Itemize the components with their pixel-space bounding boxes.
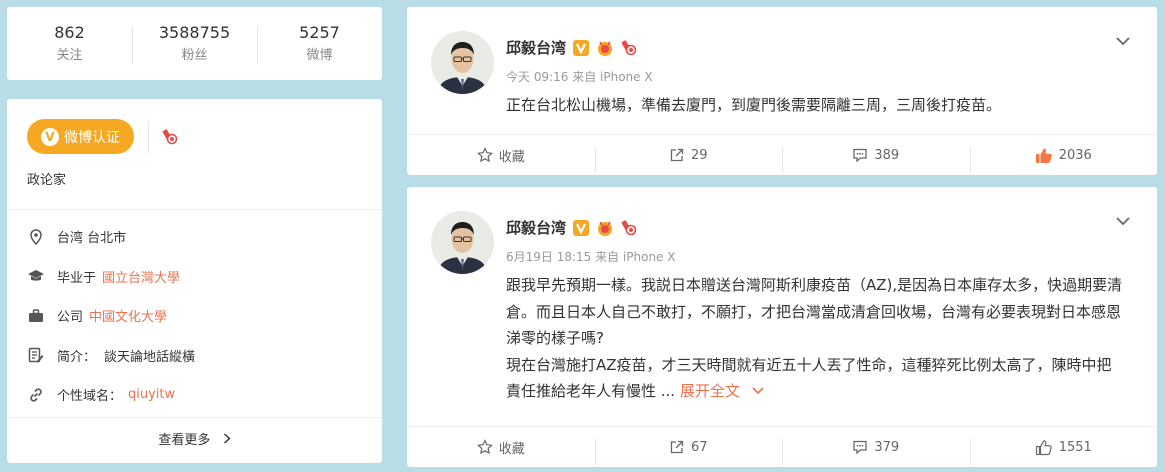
view-more-link[interactable]: 查看更多 [7, 429, 382, 448]
chevron-down-icon[interactable] [1113, 211, 1133, 231]
bio-label: 简介： [57, 349, 97, 365]
stat-posts[interactable]: 5257 微博 [257, 22, 382, 66]
fan-badge-icon[interactable] [596, 219, 614, 237]
comment-count: 389 [874, 147, 900, 163]
stats-card: 862 关注 3588755 粉丝 5257 微博 [7, 7, 382, 80]
domain-link[interactable]: qiuyitw [128, 387, 175, 402]
post-header: 邱毅台湾 [506, 37, 638, 58]
comment-button[interactable]: 379 [782, 439, 970, 465]
education-link[interactable]: 國立台灣大學 [102, 267, 180, 286]
more-divider [7, 417, 382, 418]
expand-full-text-link[interactable]: 展开全文 [680, 382, 765, 400]
feed-post: 邱毅台湾 6月19日 18:15 来自 iPhone X 跟我早先預期一樣。我説… [407, 187, 1157, 467]
post-meta[interactable]: 6月19日 18:15 来自 iPhone X [506, 248, 675, 265]
comment-count: 379 [874, 439, 900, 455]
stat-posts-label: 微博 [306, 47, 333, 63]
comment-button[interactable]: 389 [782, 147, 970, 173]
expand-label: 展开全文 [679, 382, 740, 400]
post-header: 邱毅台湾 [506, 217, 638, 238]
post-text: 跟我早先預期一樣。我説日本贈送台灣阿斯利康疫苗（AZ),是因為日本庫存太多，快過… [506, 272, 1126, 405]
verified-v-icon: V [41, 127, 59, 146]
chevron-right-icon [223, 433, 231, 448]
info-education: 毕业于 國立台灣大學 [27, 257, 195, 297]
medal-badge-icon[interactable] [620, 219, 638, 237]
author-name[interactable]: 邱毅台湾 [506, 217, 566, 238]
stat-following-label: 关注 [56, 47, 83, 63]
edit-doc-icon [27, 346, 45, 364]
graduation-cap-icon [27, 267, 45, 285]
link-icon [27, 386, 45, 404]
info-bio: 简介： 談天論地話縱橫 [27, 336, 195, 376]
medal-icon[interactable] [161, 128, 179, 146]
repost-button[interactable]: 67 [594, 439, 783, 465]
star-icon [476, 147, 493, 163]
star-icon [476, 439, 493, 455]
post-text-body: 跟我早先預期一樣。我説日本贈送台灣阿斯利康疫苗（AZ),是因為日本庫存太多，快過… [506, 276, 1123, 400]
repost-count: 29 [690, 147, 708, 163]
avatar[interactable] [431, 211, 494, 274]
comment-icon [853, 440, 867, 455]
profile-divider [7, 209, 382, 210]
domain-label: 个性域名： [57, 389, 123, 405]
verify-divider [148, 120, 149, 153]
like-button[interactable]: 1551 [969, 438, 1158, 465]
favorite-button[interactable]: 收藏 [407, 146, 595, 165]
education-label: 毕业于 [57, 270, 97, 286]
like-count: 1551 [1058, 439, 1092, 455]
stat-following[interactable]: 862 关注 [7, 22, 132, 66]
company-label: 公司 [57, 310, 84, 326]
post-meta[interactable]: 今天 09:16 来自 iPhone X [506, 68, 653, 85]
author-name[interactable]: 邱毅台湾 [506, 37, 566, 58]
stat-followers-count: 3588755 [158, 22, 231, 42]
stat-following-count: 862 [54, 22, 85, 42]
medal-badge-icon[interactable] [620, 39, 638, 57]
verified-badge-icon[interactable] [572, 219, 590, 237]
location-pin-icon [27, 228, 45, 246]
favorite-label: 收藏 [498, 149, 525, 165]
info-location: 台湾 台北市 [27, 217, 195, 257]
repost-count: 67 [690, 439, 708, 455]
feed-post: 邱毅台湾 今天 09:16 来自 iPhone X 正在台北松山機場，準備去廈門… [407, 7, 1157, 175]
avatar[interactable] [431, 31, 494, 94]
like-count: 2036 [1058, 147, 1092, 163]
like-button[interactable]: 2036 [969, 146, 1158, 173]
comment-icon [853, 148, 867, 163]
stat-posts-count: 5257 [299, 22, 340, 42]
repost-button[interactable]: 29 [594, 147, 783, 173]
info-company: 公司 中國文化大學 [27, 296, 195, 336]
stat-followers-label: 粉丝 [181, 47, 208, 63]
chevron-down-icon[interactable] [1113, 31, 1133, 51]
stat-followers[interactable]: 3588755 粉丝 [132, 22, 257, 66]
profile-card: V 微博认证 政论家 台湾 台北市 毕业于 國立台灣大學 公司 中國文化大學 简… [7, 99, 382, 463]
fan-badge-icon[interactable] [596, 39, 614, 57]
view-more-label: 查看更多 [158, 433, 211, 448]
profile-info-list: 台湾 台北市 毕业于 國立台灣大學 公司 中國文化大學 简介： 談天論地話縱橫 [27, 217, 195, 415]
company-link[interactable]: 中國文化大學 [89, 306, 167, 325]
thumbs-up-icon [1035, 148, 1052, 163]
favorite-label: 收藏 [498, 441, 525, 457]
post-actions: 收藏 29 389 2036 [407, 134, 1157, 175]
post-text: 正在台北松山機場，準備去廈門，到廈門後需要隔離三周，三周後打疫苗。 [506, 96, 1002, 114]
info-domain: 个性域名： qiuyitw [27, 375, 195, 415]
repost-icon [670, 148, 684, 162]
verify-row: V 微博认证 [27, 119, 179, 154]
verify-label: 微博认证 [64, 129, 120, 146]
verified-badge-icon[interactable] [572, 39, 590, 57]
post-actions: 收藏 67 379 1551 [407, 426, 1157, 467]
thumbs-up-icon [1035, 439, 1052, 455]
repost-icon [670, 440, 684, 454]
location-text: 台湾 台北市 [57, 231, 127, 247]
chevron-down-icon [752, 387, 764, 395]
verify-button[interactable]: V 微博认证 [27, 119, 134, 154]
bio-text: 談天論地話縱橫 [104, 349, 196, 365]
verify-description: 政论家 [27, 173, 67, 188]
briefcase-icon [27, 307, 45, 325]
favorite-button[interactable]: 收藏 [407, 438, 595, 457]
